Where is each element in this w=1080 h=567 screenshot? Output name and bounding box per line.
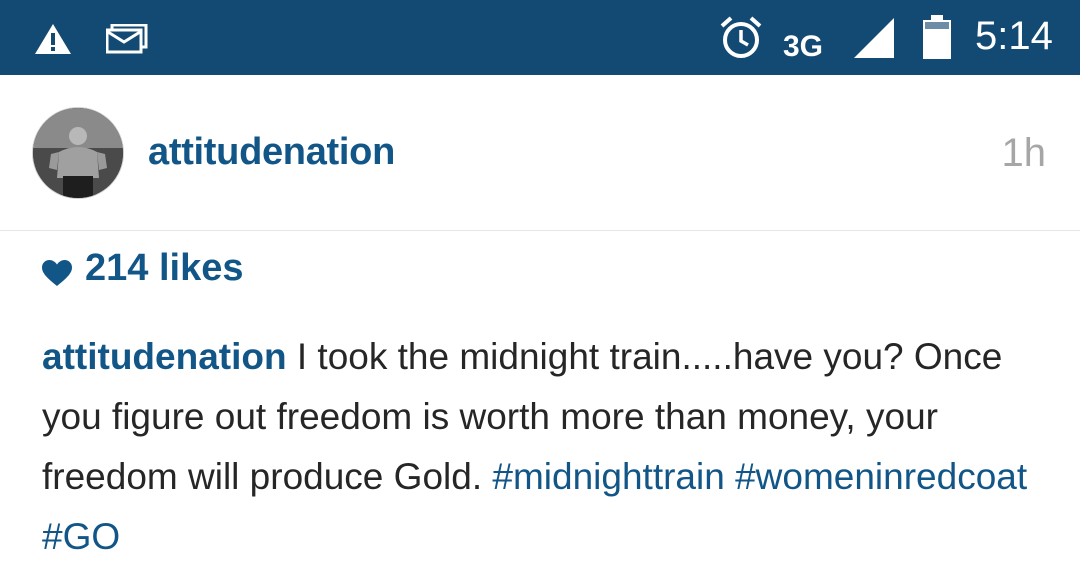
post-username[interactable]: attitudenation [148, 131, 395, 174]
hashtag[interactable]: #womeninredcoat [735, 456, 1027, 497]
alarm-icon [720, 16, 762, 58]
hashtag[interactable]: #GO [42, 516, 120, 557]
post-header: attitudenation 1h [0, 75, 1080, 230]
status-bar: 3G 5:14 [0, 0, 1080, 75]
avatar-image [33, 108, 123, 198]
network-type-label: 3G [783, 30, 824, 63]
avatar[interactable] [33, 108, 123, 198]
clock: 5:14 [975, 14, 1053, 58]
warning-icon [35, 24, 71, 54]
heart-icon [42, 260, 72, 286]
post-caption: attitudenation I took the midnight train… [42, 327, 1052, 567]
likes-count[interactable]: 214 likes [85, 247, 243, 290]
battery-icon [923, 15, 951, 59]
hashtag[interactable]: #midnighttrain [492, 456, 724, 497]
caption-username[interactable]: attitudenation [42, 336, 287, 377]
post-timestamp: 1h [1001, 131, 1047, 175]
signal-icon [854, 18, 894, 58]
divider [0, 230, 1080, 231]
message-icon [106, 24, 148, 54]
